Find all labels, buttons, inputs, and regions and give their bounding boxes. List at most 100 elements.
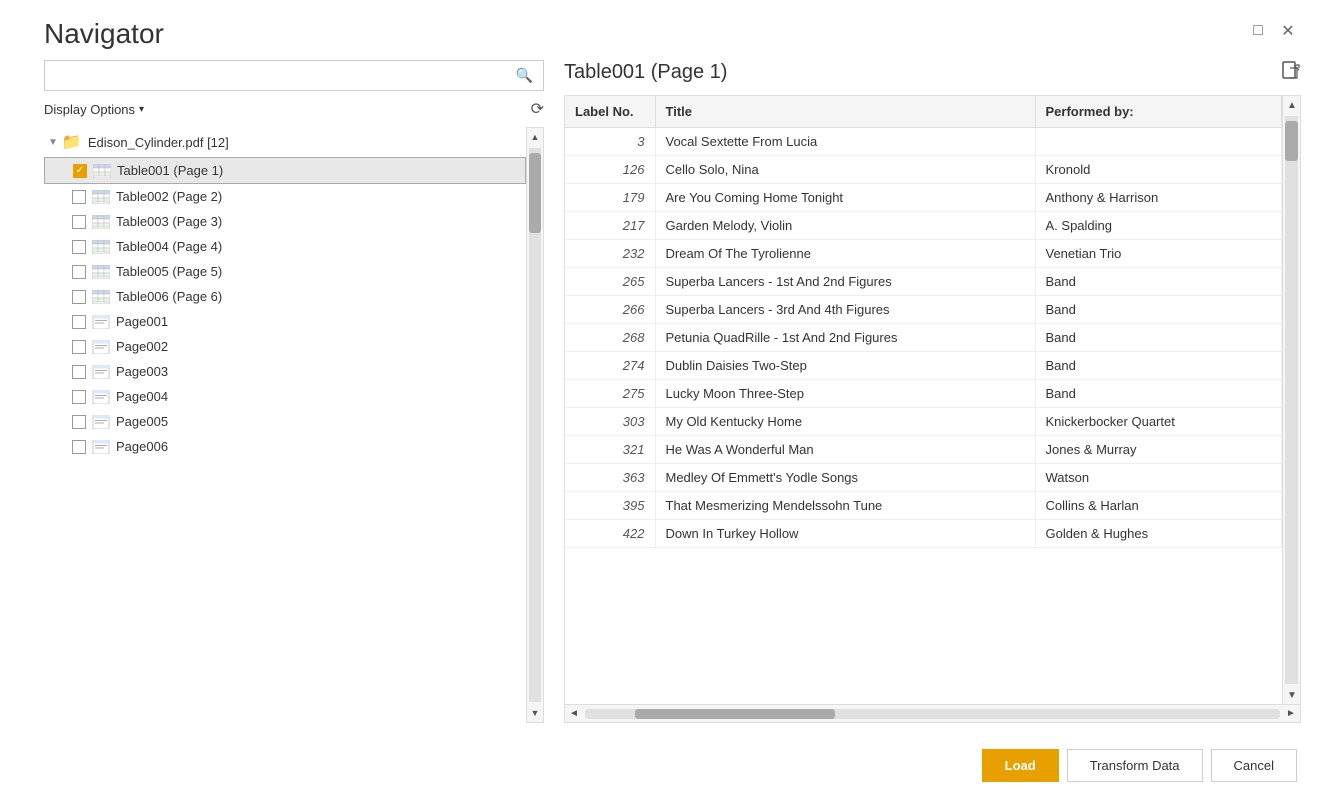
label-table005: Table005 (Page 5) [116, 264, 222, 279]
table-row: 395That Mesmerizing Mendelssohn TuneColl… [565, 492, 1282, 520]
cell-title: Medley Of Emmett's Yodle Songs [655, 464, 1035, 492]
cell-title: That Mesmerizing Mendelssohn Tune [655, 492, 1035, 520]
cell-performed-by: Venetian Trio [1035, 240, 1282, 268]
cell-label-no: 232 [565, 240, 655, 268]
label-table002: Table002 (Page 2) [116, 189, 222, 204]
data-table: Label No. Title Performed by: 3Vocal Sex… [565, 96, 1282, 548]
display-options-row: Display Options ▾ ⟳ [44, 99, 544, 119]
cell-label-no: 275 [565, 380, 655, 408]
icon-table003 [92, 215, 110, 229]
icon-page001 [92, 315, 110, 329]
table-row: 126Cello Solo, NinaKronold [565, 156, 1282, 184]
checkbox-page003[interactable] [72, 365, 86, 379]
checkbox-table002[interactable] [72, 190, 86, 204]
display-options-button[interactable]: Display Options ▾ [44, 102, 144, 117]
search-button[interactable]: 🔍 [506, 61, 543, 90]
load-button[interactable]: Load [982, 749, 1059, 782]
tree-item-page005[interactable]: Page005 [44, 409, 526, 434]
minimize-button[interactable]: □ [1249, 22, 1267, 40]
tree-item-table003[interactable]: Table003 (Page 3) [44, 209, 526, 234]
table-outer: Label No. Title Performed by: 3Vocal Sex… [564, 95, 1301, 723]
cell-label-no: 217 [565, 212, 655, 240]
checkbox-table005[interactable] [72, 265, 86, 279]
tree-item-table001[interactable]: ✓ Table001 (Page 1) [44, 157, 526, 184]
tree-item-page003[interactable]: Page003 [44, 359, 526, 384]
cell-title: Superba Lancers - 3rd And 4th Figures [655, 296, 1035, 324]
horizontal-scrollbar[interactable]: ◄ ► [565, 704, 1300, 722]
cell-label-no: 395 [565, 492, 655, 520]
col-title: Title [655, 96, 1035, 128]
search-input[interactable] [45, 62, 506, 89]
cell-title: Dream Of The Tyrolienne [655, 240, 1035, 268]
label-page005: Page005 [116, 414, 168, 429]
icon-table001 [93, 164, 111, 178]
tree-area: ▼ 📁 Edison_Cylinder.pdf [12] ✓ Table001 … [44, 127, 544, 723]
table-row: 179Are You Coming Home TonightAnthony & … [565, 184, 1282, 212]
refresh-button[interactable]: ⟳ [531, 99, 544, 119]
h-scroll-thumb[interactable] [635, 709, 835, 719]
label-table003: Table003 (Page 3) [116, 214, 222, 229]
left-scroll-up-btn[interactable]: ▲ [527, 128, 543, 146]
cell-label-no: 321 [565, 436, 655, 464]
right-scroll-up-btn[interactable]: ▲ [1283, 96, 1300, 114]
cell-label-no: 268 [565, 324, 655, 352]
right-panel-scrollbar[interactable]: ▲ ▼ [1282, 96, 1300, 704]
dialog-title: Navigator [44, 18, 164, 50]
minimize-icon: □ [1253, 22, 1263, 40]
label-page004: Page004 [116, 389, 168, 404]
tree-item-table002[interactable]: Table002 (Page 2) [44, 184, 526, 209]
left-panel-scrollbar[interactable]: ▲ ▼ [526, 127, 544, 723]
cell-title: Vocal Sextette From Lucia [655, 128, 1035, 156]
checkbox-page002[interactable] [72, 340, 86, 354]
tree-item-page002[interactable]: Page002 [44, 334, 526, 359]
left-scroll-down-btn[interactable]: ▼ [527, 704, 543, 722]
cell-performed-by: Band [1035, 380, 1282, 408]
right-scroll-down-btn[interactable]: ▼ [1283, 686, 1300, 704]
cell-performed-by: Watson [1035, 464, 1282, 492]
right-scroll-track [1285, 116, 1298, 684]
checkbox-page005[interactable] [72, 415, 86, 429]
table-row: 268Petunia QuadRille - 1st And 2nd Figur… [565, 324, 1282, 352]
cell-performed-by: Golden & Hughes [1035, 520, 1282, 548]
table-row: 321He Was A Wonderful ManJones & Murray [565, 436, 1282, 464]
h-scroll-left-btn[interactable]: ◄ [565, 705, 583, 723]
checkbox-table003[interactable] [72, 215, 86, 229]
h-scroll-right-btn[interactable]: ► [1282, 705, 1300, 723]
close-button[interactable]: ✕ [1279, 22, 1297, 40]
tree-item-page006[interactable]: Page006 [44, 434, 526, 459]
transform-data-button[interactable]: Transform Data [1067, 749, 1203, 782]
checkbox-page001[interactable] [72, 315, 86, 329]
cell-performed-by: Band [1035, 324, 1282, 352]
tree-item-table005[interactable]: Table005 (Page 5) [44, 259, 526, 284]
label-page002: Page002 [116, 339, 168, 354]
tree-item-table004[interactable]: Table004 (Page 4) [44, 234, 526, 259]
cancel-button[interactable]: Cancel [1211, 749, 1297, 782]
table-row: 217Garden Melody, ViolinA. Spalding [565, 212, 1282, 240]
checkbox-table004[interactable] [72, 240, 86, 254]
checkbox-table006[interactable] [72, 290, 86, 304]
cell-label-no: 265 [565, 268, 655, 296]
tree-item-page004[interactable]: Page004 [44, 384, 526, 409]
icon-table002 [92, 190, 110, 204]
tree-root: ▼ 📁 Edison_Cylinder.pdf [12] [44, 127, 526, 157]
icon-page005 [92, 415, 110, 429]
cell-title: Down In Turkey Hollow [655, 520, 1035, 548]
cell-performed-by: Band [1035, 352, 1282, 380]
cell-label-no: 3 [565, 128, 655, 156]
right-scroll-thumb[interactable] [1285, 121, 1298, 161]
icon-table005 [92, 265, 110, 279]
left-scroll-thumb[interactable] [529, 153, 541, 233]
checkbox-page006[interactable] [72, 440, 86, 454]
tree-item-table006[interactable]: Table006 (Page 6) [44, 284, 526, 309]
preview-export-button[interactable] [1281, 60, 1301, 85]
col-label-no: Label No. [565, 96, 655, 128]
label-table006: Table006 (Page 6) [116, 289, 222, 304]
search-bar: 🔍 [44, 60, 544, 91]
label-page006: Page006 [116, 439, 168, 454]
tree-item-page001[interactable]: Page001 [44, 309, 526, 334]
table-row: 3Vocal Sextette From Lucia [565, 128, 1282, 156]
cell-label-no: 303 [565, 408, 655, 436]
table-row: 303My Old Kentucky HomeKnickerbocker Qua… [565, 408, 1282, 436]
checkbox-table001[interactable]: ✓ [73, 164, 87, 178]
checkbox-page004[interactable] [72, 390, 86, 404]
